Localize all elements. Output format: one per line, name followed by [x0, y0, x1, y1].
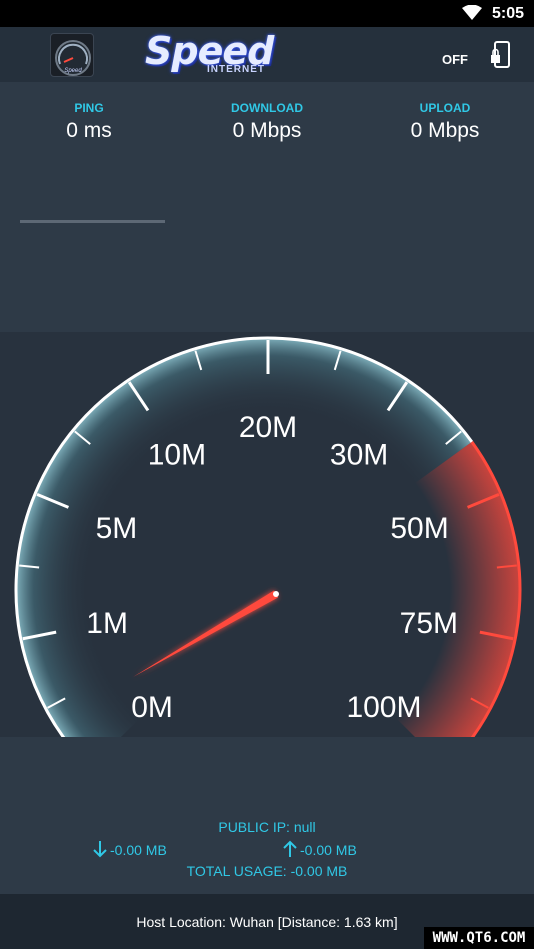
ping-value: 0 ms: [66, 119, 112, 142]
gauge-label-0m: 0M: [131, 691, 173, 724]
logo-subtitle: INTERNET: [207, 64, 265, 75]
gauge-label-20m: 20M: [239, 411, 297, 444]
gauge-needle-hub: [273, 591, 279, 597]
arrow-down-icon: [93, 841, 107, 858]
speed-gauge-panel: 0M 1M 5M 10M 20M 30M 50M 75M 100M: [0, 332, 534, 737]
gauge-label-50m: 50M: [390, 512, 448, 545]
download-usage: -0.00 MB: [92, 840, 167, 858]
app-logo: Speed INTERNET: [145, 29, 305, 79]
upload-value: 0 Mbps: [410, 119, 480, 142]
status-bar: 5:05: [0, 0, 534, 27]
gauge-label-30m: 30M: [330, 439, 388, 472]
download-stat: DOWNLOAD 0 Mbps: [207, 101, 327, 143]
ping-stat: PING 0 ms: [39, 101, 139, 143]
gauge-label-10m: 10M: [148, 439, 206, 472]
upload-stat: UPLOAD 0 Mbps: [385, 101, 505, 143]
gauge-label-5m: 5M: [96, 512, 138, 545]
svg-text:Speed: Speed: [64, 68, 82, 74]
upload-usage: -0.00 MB: [282, 840, 357, 858]
rotation-toggle-label[interactable]: OFF: [442, 52, 468, 67]
test-progress-bar: [20, 220, 165, 223]
status-time: 5:05: [491, 5, 524, 22]
stats-panel: PING 0 ms DOWNLOAD 0 Mbps UPLOAD 0 Mbps: [0, 82, 534, 332]
gauge-label-100m: 100M: [346, 691, 421, 724]
upload-label: UPLOAD: [419, 101, 471, 115]
total-usage: TOTAL USAGE: -0.00 MB: [186, 863, 348, 879]
speedometer-app-icon[interactable]: Speed: [50, 33, 94, 77]
usage-info-panel: PUBLIC IP: null -0.00 MB -0.00 MB TOTAL …: [0, 737, 534, 894]
public-ip: PUBLIC IP: null: [218, 819, 316, 835]
upload-usage-value: -0.00 MB: [300, 842, 357, 858]
download-label: DOWNLOAD: [231, 101, 303, 115]
gauge-label-1m: 1M: [86, 607, 128, 640]
download-usage-value: -0.00 MB: [110, 842, 167, 858]
speed-gauge: 0M 1M 5M 10M 20M 30M 50M 75M 100M: [14, 336, 522, 737]
screen-rotation-lock-icon[interactable]: [490, 41, 512, 69]
gauge-needle: [133, 590, 279, 677]
download-value: 0 Mbps: [232, 119, 302, 142]
arrow-up-icon: [283, 840, 297, 857]
watermark: WWW.QT6.COM: [424, 927, 534, 949]
gauge-label-75m: 75M: [400, 607, 458, 640]
wifi-icon: [462, 5, 482, 20]
ping-label: PING: [74, 101, 104, 115]
